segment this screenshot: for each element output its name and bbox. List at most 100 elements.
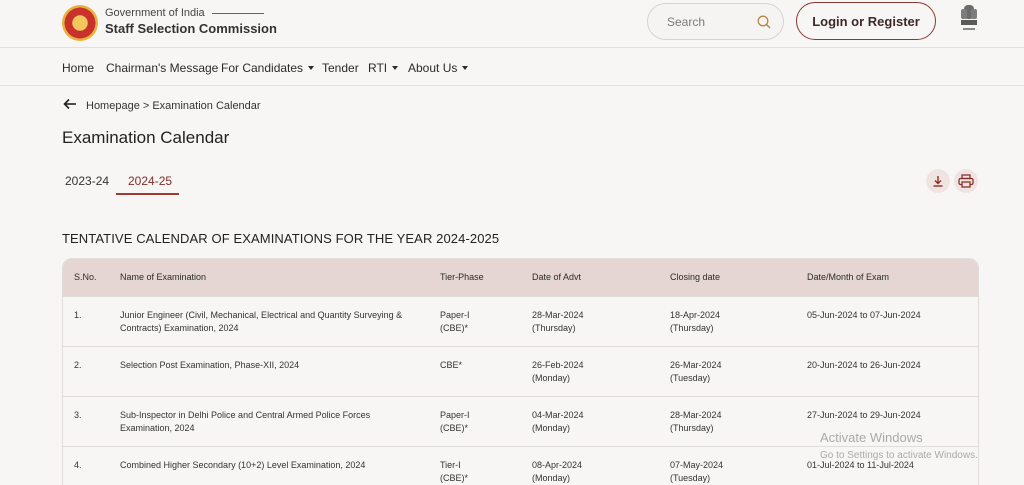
back-arrow-icon[interactable]	[63, 98, 77, 110]
cell-line: (Thursday)	[532, 323, 576, 333]
national-emblem-icon	[961, 5, 977, 30]
col-header-sno: S.No.	[74, 272, 97, 282]
cell-exam-name: Combined Higher Secondary (10+2) Level E…	[120, 459, 420, 472]
print-button[interactable]	[954, 169, 978, 193]
activate-windows-subtitle: Go to Settings to activate Windows.	[820, 450, 978, 461]
gov-label-divider	[212, 13, 264, 14]
activate-windows-title: Activate Windows	[820, 430, 923, 445]
tab-2024-25[interactable]: 2024-25	[128, 174, 172, 188]
cell-closing-date: 28-Mar-2024 (Thursday)	[670, 409, 722, 435]
cell-line: Combined Higher Secondary (10+2) Level E…	[120, 460, 366, 470]
cell-sno: 1.	[74, 310, 82, 320]
col-header-name: Name of Examination	[120, 272, 207, 282]
cell-line: 18-Apr-2024	[670, 310, 721, 320]
cell-line: Examination, 2024	[120, 423, 195, 433]
nav-item-tender[interactable]: Tender	[322, 61, 359, 75]
cell-closing-date: 26-Mar-2024 (Tuesday)	[670, 359, 722, 385]
cell-line: 26-Feb-2024	[532, 360, 584, 370]
cell-line: (CBE)*	[440, 473, 469, 483]
cell-tier: Paper-I (CBE)*	[440, 409, 470, 435]
col-header-exam-date: Date/Month of Exam	[807, 272, 890, 282]
cell-line: (Thursday)	[670, 423, 714, 433]
cell-sno: 2.	[74, 360, 82, 370]
cell-line: 28-Mar-2024	[670, 410, 722, 420]
page-title: Examination Calendar	[62, 128, 230, 147]
top-header: Government of India Staff Selection Comm…	[0, 0, 1024, 48]
col-header-advt: Date of Advt	[532, 272, 582, 282]
cell-line: Junior Engineer (Civil, Mechanical, Elec…	[120, 310, 403, 320]
cell-line: Tier-I	[440, 460, 461, 470]
chevron-down-icon	[392, 66, 399, 70]
cell-line: Sub-Inspector in Delhi Police and Centra…	[120, 410, 371, 420]
cell-sno: 4.	[74, 460, 82, 470]
cell-line: (Monday)	[532, 373, 571, 383]
col-header-closing: Closing date	[670, 272, 721, 282]
nav-item-about-us[interactable]: About Us	[408, 61, 469, 75]
download-icon	[933, 176, 943, 187]
cell-sno: 3.	[74, 410, 82, 420]
cell-line: Selection Post Examination, Phase-XII, 2…	[120, 360, 300, 370]
cell-tier: Paper-I (CBE)*	[440, 309, 470, 335]
cell-line: (Tuesday)	[670, 373, 711, 383]
nav-item-label: RTI	[368, 61, 388, 75]
cell-line: (CBE)*	[440, 423, 469, 433]
cell-line: 28-Mar-2024	[532, 310, 584, 320]
cell-exam-date: 05-Jun-2024 to 07-Jun-2024	[807, 310, 921, 320]
cell-line: (Monday)	[532, 473, 571, 483]
cell-line: 26-Mar-2024	[670, 360, 722, 370]
cell-exam-date: 20-Jun-2024 to 26-Jun-2024	[807, 360, 921, 370]
cell-closing-date: 07-May-2024 (Tuesday)	[670, 459, 723, 485]
cell-tier: CBE*	[440, 359, 462, 372]
nav-item-label: Chairman's Message	[106, 61, 219, 75]
cell-advt-date: 08-Apr-2024 (Monday)	[532, 459, 582, 485]
nav-item-label: Tender	[322, 61, 359, 75]
nav-item-label: Home	[62, 61, 95, 75]
cell-line: Paper-I	[440, 410, 470, 420]
cell-advt-date: 04-Mar-2024 (Monday)	[532, 409, 584, 435]
table-row: 2. Selection Post Examination, Phase-XII…	[63, 346, 978, 396]
search-input[interactable]: Search	[647, 3, 784, 40]
cell-advt-date: 28-Mar-2024 (Thursday)	[532, 309, 584, 335]
download-button[interactable]	[926, 169, 950, 193]
nav-item-label: About Us	[408, 61, 458, 75]
nav-item-label: For Candidates	[221, 61, 304, 75]
org-name[interactable]: Staff Selection Commission	[105, 21, 277, 36]
nav-item-home[interactable]: Home	[62, 61, 94, 75]
tab-2023-24[interactable]: 2023-24	[65, 174, 109, 188]
cell-tier: Tier-I (CBE)*	[440, 459, 468, 485]
nav-item-for-candidates[interactable]: For Candidates	[221, 61, 315, 75]
section-title: TENTATIVE CALENDAR OF EXAMINATIONS FOR T…	[62, 231, 500, 246]
cell-line: 04-Mar-2024	[532, 410, 584, 420]
active-tab-indicator	[116, 193, 179, 195]
cell-line: (Thursday)	[670, 323, 714, 333]
cell-closing-date: 18-Apr-2024 (Thursday)	[670, 309, 720, 335]
col-header-tier: Tier-Phase	[440, 272, 484, 282]
printer-icon	[958, 174, 974, 188]
login-register-button[interactable]: Login or Register	[796, 2, 936, 40]
ssc-logo-icon[interactable]	[62, 5, 98, 41]
table-row: 1. Junior Engineer (Civil, Mechanical, E…	[63, 296, 978, 346]
cell-advt-date: 26-Feb-2024 (Monday)	[532, 359, 584, 385]
table-header: S.No. Name of Examination Tier-Phase Dat…	[63, 259, 978, 296]
main-nav: Home Chairman's Message For Candidates T…	[0, 48, 1024, 86]
cell-line: CBE*	[440, 360, 463, 370]
cell-line: 08-Apr-2024	[532, 460, 583, 470]
nav-item-chairmans-message[interactable]: Chairman's Message	[106, 61, 218, 75]
cell-line: (CBE)*	[440, 323, 469, 333]
cell-exam-name: Selection Post Examination, Phase-XII, 2…	[120, 359, 420, 372]
cell-line: Paper-I	[440, 310, 470, 320]
search-placeholder: Search	[667, 15, 706, 29]
chevron-down-icon	[462, 66, 469, 70]
nav-item-rti[interactable]: RTI	[368, 61, 399, 75]
cell-exam-name: Sub-Inspector in Delhi Police and Centra…	[120, 409, 420, 435]
gov-label: Government of India	[105, 7, 205, 19]
cell-line: 07-May-2024	[670, 460, 724, 470]
cell-line: Contracts) Examination, 2024	[120, 323, 239, 333]
cell-line: (Monday)	[532, 423, 571, 433]
cell-exam-date: 27-Jun-2024 to 29-Jun-2024	[807, 410, 921, 420]
search-icon[interactable]	[756, 14, 772, 30]
cell-exam-name: Junior Engineer (Civil, Mechanical, Elec…	[120, 309, 420, 335]
chevron-down-icon	[308, 66, 315, 70]
cell-line: (Tuesday)	[670, 473, 711, 483]
breadcrumb[interactable]: Homepage > Examination Calendar	[86, 100, 261, 112]
